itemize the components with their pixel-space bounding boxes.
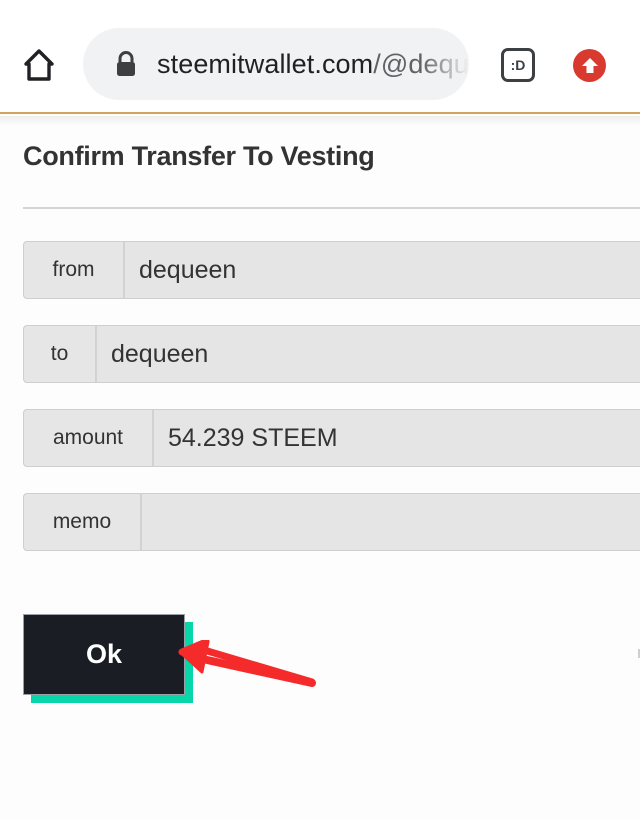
home-button[interactable] [18, 44, 60, 86]
amount-value[interactable]: 54.239 STEEM [154, 410, 640, 466]
url-text: steemitwallet.com/@dequeen [157, 49, 469, 80]
ok-button[interactable]: Ok [23, 614, 185, 695]
home-icon [24, 49, 54, 81]
to-value[interactable]: dequeen [97, 326, 640, 382]
update-arrow-icon [581, 57, 598, 73]
address-bar[interactable]: steemitwallet.com/@dequeen [83, 28, 469, 100]
emoji-extension-icon: :D [510, 57, 526, 73]
browser-toolbar: steemitwallet.com/@dequeen :D [0, 0, 640, 114]
toolbar-shadow [0, 116, 640, 126]
from-label: from [24, 242, 125, 298]
from-value[interactable]: dequeen [125, 242, 640, 298]
from-field: from dequeen [23, 241, 640, 299]
amount-label: amount [24, 410, 154, 466]
update-button[interactable] [573, 49, 606, 82]
memo-value[interactable] [142, 494, 640, 550]
dialog-title: Confirm Transfer To Vesting [23, 141, 375, 171]
to-field: to dequeen [23, 325, 640, 383]
memo-field: memo [23, 493, 640, 551]
amount-field: amount 54.239 STEEM [23, 409, 640, 467]
url-path: /@dequeen [373, 48, 469, 79]
lock-icon [117, 51, 135, 76]
to-label: to [24, 326, 97, 382]
red-arrow-annotation [178, 640, 316, 687]
memo-label: memo [24, 494, 142, 550]
url-host: steemitwallet.com [157, 48, 374, 79]
title-divider [23, 207, 640, 209]
extension-button[interactable]: :D [501, 48, 535, 82]
